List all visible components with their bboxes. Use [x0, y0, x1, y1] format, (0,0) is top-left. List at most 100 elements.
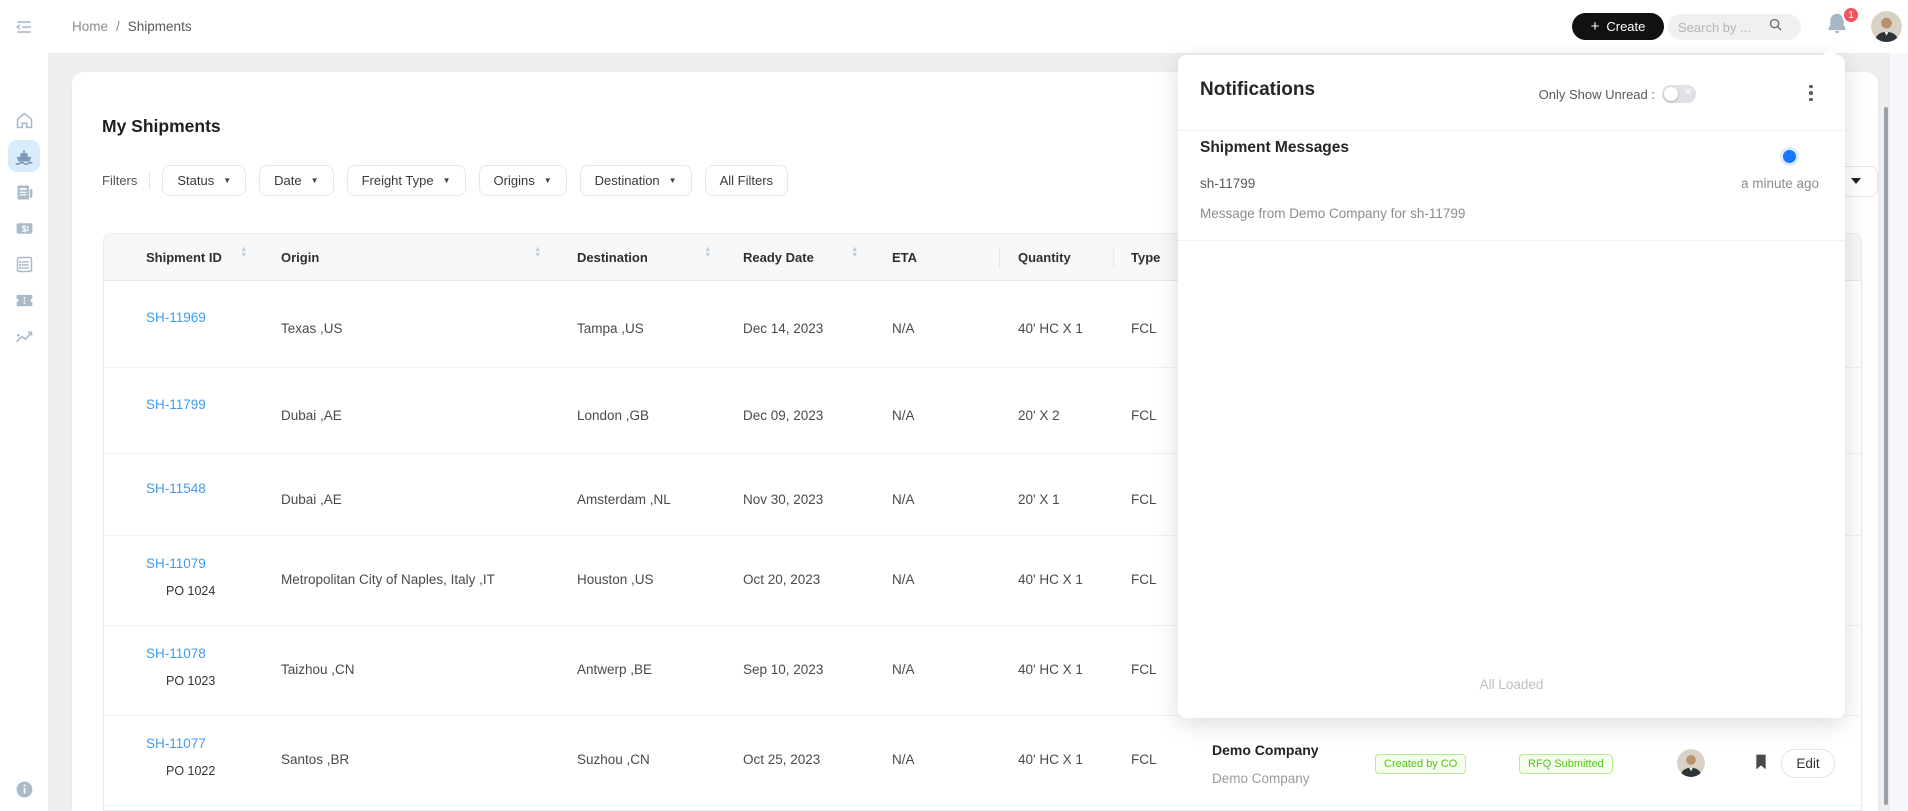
breadcrumb-home[interactable]: Home	[72, 19, 108, 34]
filter-pill-date[interactable]: Date ▼	[259, 165, 334, 196]
notifications-title: Notifications	[1200, 79, 1316, 100]
destination-cell: Amsterdam ,NL	[577, 491, 671, 507]
chevron-down-icon: ▼	[668, 176, 677, 185]
column-header-eta: ETA	[892, 250, 918, 265]
sort-arrows-icon[interactable]: ▲ ▼	[534, 245, 541, 259]
notification-count-badge: 1	[1842, 6, 1860, 24]
shipment-id-link[interactable]: SH-11548	[146, 481, 206, 496]
edit-button[interactable]: Edit	[1781, 749, 1835, 778]
eta-cell: N/A	[892, 661, 915, 677]
filters-row: Filters Status ▼ Date ▼ Freight Type ▼ Origins…	[102, 165, 801, 196]
billing-icon[interactable]: $	[12, 216, 36, 240]
filter-pill-label: Date	[274, 173, 302, 188]
notification-message[interactable]: Message from Demo Company for sh-11799	[1200, 206, 1465, 221]
filter-pill-status[interactable]: Status ▼	[162, 165, 247, 196]
column-divider	[999, 247, 1000, 268]
news-icon[interactable]	[12, 180, 36, 204]
status-badge: Created by CO	[1375, 754, 1467, 774]
search-icon	[1768, 17, 1783, 37]
column-header-destination[interactable]: Destination	[577, 234, 648, 281]
column-header-shipment-id[interactable]: Shipment ID	[146, 234, 222, 281]
quantity-cell: 40' HC X 1	[1018, 321, 1083, 336]
table-row-sh-11077: SH-11077 PO 1022 Santos ,BR Suzhou ,CN Oct 2…	[104, 716, 1861, 806]
eta-cell: N/A	[892, 751, 915, 767]
notifications-bell[interactable]: 1	[1824, 6, 1860, 46]
unread-toggle[interactable]: ✕	[1662, 85, 1696, 103]
ready-date-cell: Oct 20, 2023	[743, 571, 821, 587]
shipment-id-link[interactable]: SH-11079	[146, 556, 206, 571]
ready-date-cell: Dec 14, 2023	[743, 321, 824, 336]
filter-pill-all-filters[interactable]: All Filters	[704, 165, 789, 196]
only-show-unread-label: Only Show Unread :	[1538, 87, 1655, 102]
analytics-icon[interactable]	[12, 325, 36, 349]
ready-date-cell: Dec 09, 2023	[743, 407, 824, 423]
plus-icon: +	[1590, 17, 1600, 35]
assignee-avatar[interactable]	[1677, 749, 1705, 777]
filters-label: Filters	[102, 173, 138, 188]
sort-arrows-icon[interactable]: ▲ ▼	[240, 245, 247, 259]
vertical-scrollbar[interactable]	[1884, 107, 1888, 805]
destination-cell: Suzhou ,CN	[577, 751, 650, 767]
origin-cell: Santos ,BR	[281, 751, 350, 767]
chevron-down-icon	[1851, 178, 1861, 184]
toggle-off-icon: ✕	[1683, 87, 1692, 98]
unread-dot	[1783, 150, 1796, 163]
breadcrumb-current: Shipments	[127, 19, 192, 34]
column-divider	[1113, 247, 1114, 268]
destination-cell: Houston ,US	[577, 571, 654, 587]
filter-pill-origins[interactable]: Origins ▼	[478, 165, 567, 196]
collapse-sidebar-icon[interactable]	[12, 15, 36, 39]
page-title: My Shipments	[102, 116, 221, 136]
app-root: My Shipments Filters Status ▼ Date ▼ Freight…	[0, 0, 1908, 811]
filter-pill-freight-type[interactable]: Freight Type ▼	[346, 165, 466, 196]
home-icon[interactable]	[12, 108, 36, 132]
svg-text:$: $	[21, 224, 26, 234]
sort-arrows-icon[interactable]: ▲ ▼	[704, 245, 711, 259]
type-cell: FCL	[1131, 407, 1157, 423]
chevron-down-icon: ▼	[310, 176, 319, 185]
eta-cell: N/A	[892, 407, 915, 423]
panel-divider	[1178, 130, 1845, 131]
shipment-id-link[interactable]: SH-11078	[146, 646, 206, 661]
chevron-down-icon: ▼	[543, 176, 552, 185]
company-subname: Demo Company	[1212, 771, 1310, 786]
po-number: PO 1024	[166, 583, 216, 598]
kebab-menu-icon[interactable]	[1802, 81, 1820, 105]
type-cell: FCL	[1131, 321, 1157, 336]
destination-cell: Tampa ,US	[577, 321, 644, 336]
shipment-id-link[interactable]: SH-11969	[146, 310, 206, 325]
chevron-down-icon: ▼	[223, 176, 232, 185]
quantity-cell: 20' X 1	[1018, 491, 1060, 507]
eta-cell: N/A	[892, 321, 915, 336]
notification-ref[interactable]: sh-11799	[1200, 176, 1255, 191]
column-header-quantity: Quantity	[1018, 250, 1071, 265]
user-avatar[interactable]	[1871, 11, 1902, 42]
sidebar: $	[0, 0, 48, 811]
sidebar-item-shipments[interactable]	[12, 144, 36, 168]
shipment-id-link[interactable]: SH-11077	[146, 736, 206, 751]
info-icon[interactable]	[12, 777, 36, 801]
status-badge: RFQ Submitted	[1519, 754, 1613, 774]
column-header-origin[interactable]: Origin	[281, 234, 319, 281]
type-cell: FCL	[1131, 571, 1157, 587]
destination-cell: London ,GB	[577, 407, 650, 423]
orders-list-icon[interactable]	[12, 252, 36, 276]
column-header-ready-date[interactable]: Ready Date	[743, 234, 814, 281]
filter-pill-label: Status	[177, 173, 215, 188]
type-cell: FCL	[1131, 491, 1157, 507]
type-cell: FCL	[1131, 661, 1157, 677]
po-number: PO 1023	[166, 673, 216, 688]
sort-arrows-icon[interactable]: ▲ ▼	[851, 245, 858, 259]
filter-pill-destination[interactable]: Destination ▼	[579, 165, 692, 196]
search-input[interactable]	[1678, 19, 1768, 35]
toggle-knob	[1664, 87, 1678, 101]
ticket-icon[interactable]	[12, 288, 36, 312]
shipment-id-link[interactable]: SH-11799	[146, 397, 206, 412]
top-bar: Home / Shipments + Create 1	[0, 0, 1908, 53]
quantity-cell: 40' HC X 1	[1018, 571, 1083, 587]
quantity-cell: 20' X 2	[1018, 407, 1060, 423]
search-box[interactable]	[1668, 14, 1801, 40]
create-button[interactable]: + Create	[1572, 13, 1664, 40]
eta-cell: N/A	[892, 491, 915, 507]
bookmark-icon[interactable]	[1753, 753, 1769, 771]
